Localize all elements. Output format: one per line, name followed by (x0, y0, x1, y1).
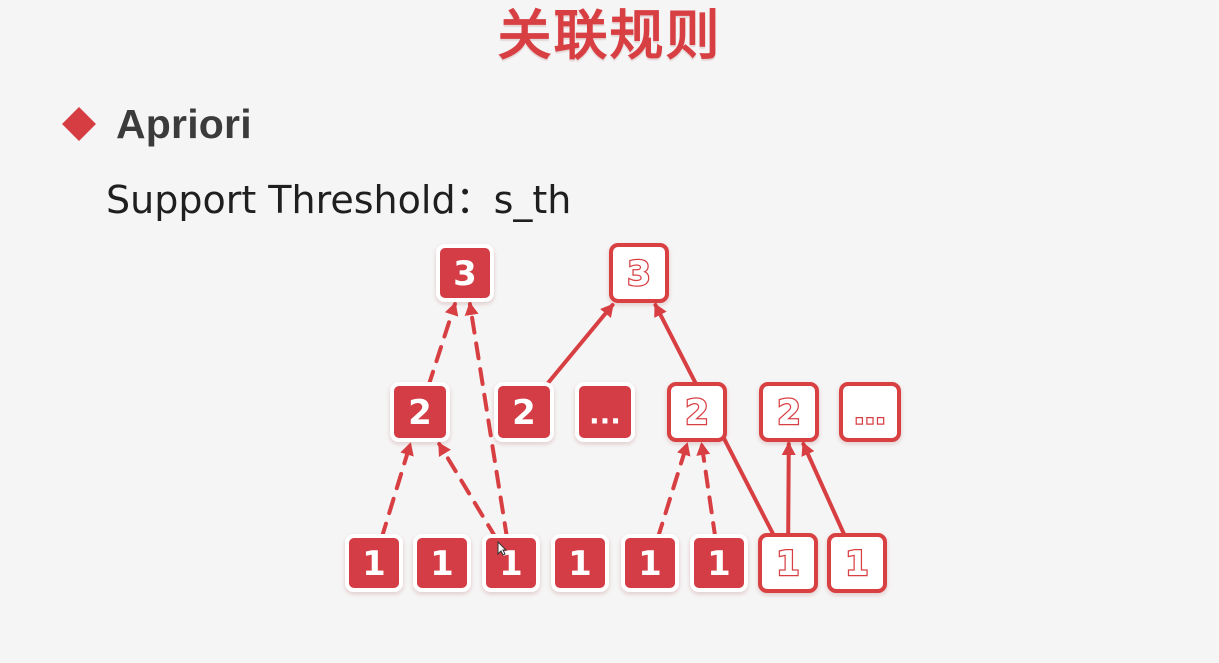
node-bot-3: 1 (482, 534, 540, 592)
node-bot-5: 1 (621, 534, 679, 592)
diamond-bullet-icon (62, 107, 96, 141)
node-label-bot-5: 1 (638, 544, 662, 584)
edge-bot-8-to-mid-5 (801, 442, 848, 539)
edge-bot-7-to-mid-5 (781, 442, 796, 539)
node-top-left-3: 3 (436, 244, 494, 302)
edge-mid-1-to-top-left-3 (426, 302, 459, 388)
node-bot-2: 1 (413, 534, 471, 592)
node-mid-4: 2 (667, 382, 727, 442)
node-bot-4: 1 (551, 534, 609, 592)
diagram-nodes: 3 32 2... 2 2 ...1 1 1 1 1 1 1 1 (345, 243, 901, 593)
node-label-bot-4: 1 (568, 544, 592, 584)
slide-canvas: 关联规则 Apriori Support Threshold：s_th 3 3 2 2… (0, 0, 1219, 663)
node-label-bot-1: 1 (362, 544, 386, 584)
node-label-outline-bot-8: 1 (845, 544, 869, 584)
node-bot-1: 1 (345, 534, 403, 592)
node-mid-2: 2 (494, 382, 554, 442)
edge-bot-1-to-mid-1 (379, 442, 414, 540)
edge-bot-3-to-mid-1 (437, 442, 498, 540)
node-label-outline-mid-5: 2 (777, 393, 801, 433)
node-bot-6: 1 (690, 534, 748, 592)
apriori-heading: Apriori (116, 101, 252, 147)
node-mid-5: 2 (759, 382, 819, 442)
node-mid-6: ... (839, 382, 901, 442)
node-label-bot-2: 1 (430, 544, 454, 584)
node-label-outline-mid-6: ... (854, 398, 886, 431)
node-label-bot-6: 1 (707, 544, 731, 584)
node-label-mid-3: ... (589, 398, 621, 431)
node-label-mid-1: 2 (408, 393, 432, 433)
node-bot-8: 1 (827, 533, 887, 593)
node-label-outline-top-right-3: 3 (627, 254, 651, 294)
node-label-outline-bot-7: 1 (776, 544, 800, 584)
node-bot-7: 1 (758, 533, 818, 593)
support-threshold-text: Support Threshold：s_th (106, 178, 572, 222)
edge-bot-5-to-mid-4 (655, 442, 691, 540)
node-label-outline-mid-4: 2 (685, 393, 709, 433)
node-label-top-left-3: 3 (453, 254, 477, 294)
slide-title: 关联规则 (497, 4, 722, 67)
edge-bot-6-to-mid-4 (696, 442, 718, 540)
edge-mid-2-to-top-right-3 (543, 303, 615, 388)
node-top-right-3: 3 (609, 243, 669, 303)
node-label-mid-2: 2 (512, 393, 536, 433)
mouse-cursor-icon (497, 541, 507, 556)
node-mid-1: 2 (390, 382, 450, 442)
node-mid-3: ... (575, 382, 635, 442)
